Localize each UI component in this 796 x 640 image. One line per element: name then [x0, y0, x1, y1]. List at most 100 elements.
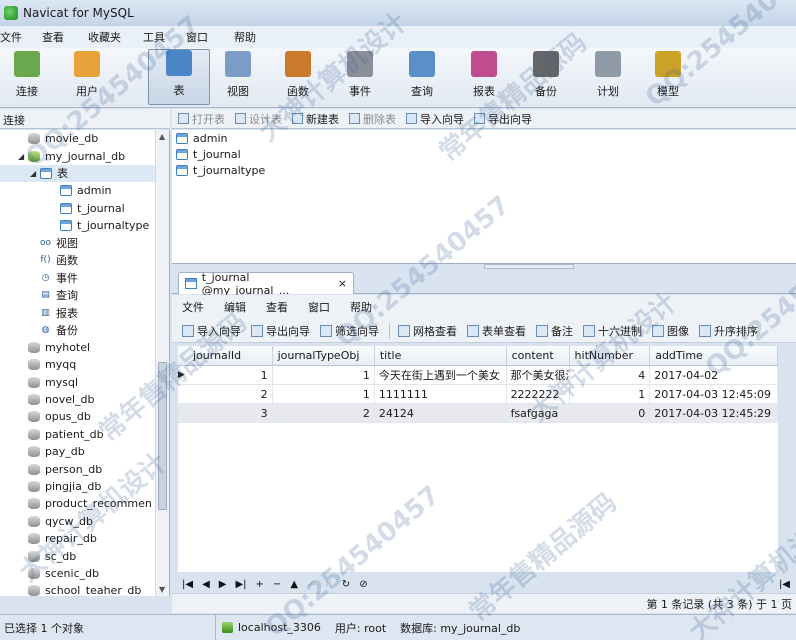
toolbar-schedule-button[interactable]: 计划 [582, 49, 634, 105]
tree-item[interactable]: sc_db [0, 547, 169, 564]
tree-item[interactable]: person_db [0, 460, 169, 477]
scroll-up-icon[interactable]: ▲ [159, 132, 165, 141]
menu-0[interactable]: 文件 [0, 29, 34, 45]
column-header-content[interactable]: content [507, 346, 570, 365]
grid-toolbar-button[interactable]: 筛选向导 [320, 323, 379, 339]
first-record-icon[interactable]: |◀ [182, 579, 193, 590]
scroll-down-icon[interactable]: ▼ [159, 585, 165, 594]
tree-item[interactable]: oo 视图 [0, 234, 169, 251]
object-toolbar-button[interactable]: 导入向导 [406, 111, 464, 127]
grid-toolbar-button[interactable]: 网格查看 [398, 323, 457, 339]
object-list-item[interactable]: t_journaltype [172, 162, 796, 178]
cell-journalTypeObj[interactable]: 2 [273, 404, 375, 422]
editor-menu-item[interactable]: 帮助 [350, 299, 372, 315]
grid-toolbar-button[interactable]: 导出向导 [251, 323, 310, 339]
tree-item[interactable]: myhotel [0, 339, 169, 356]
scrollbar-thumb[interactable] [158, 362, 167, 510]
close-tab-icon[interactable]: × [338, 277, 347, 290]
tree-item[interactable]: patient_db [0, 426, 169, 443]
table-row[interactable]: 2 1 1111111 2222222 1 2017-04-03 12:45:09 [178, 385, 778, 404]
tree-item[interactable]: scenic_db [0, 565, 169, 582]
tree-item[interactable]: pingjia_db [0, 478, 169, 495]
tree-item[interactable]: admin [0, 182, 169, 199]
toolbar-connection-button[interactable]: 连接 [2, 49, 52, 105]
menu-1[interactable]: 查看 [42, 29, 76, 45]
toolbar-model-button[interactable]: 模型 [642, 49, 694, 105]
stop-icon[interactable]: ⊘ [359, 579, 367, 590]
object-toolbar-button[interactable]: 导出向导 [474, 111, 532, 127]
editor-menu-item[interactable]: 编辑 [224, 299, 246, 315]
delete-record-icon[interactable]: − [273, 579, 281, 590]
grid-toolbar-button[interactable]: 升序排序 [699, 323, 758, 339]
expanded-arrow-icon[interactable]: ◢ [18, 152, 28, 161]
tree-item[interactable]: pay_db [0, 443, 169, 460]
cell-journalId[interactable]: 1 [188, 366, 273, 384]
cell-journalId[interactable]: 2 [188, 385, 273, 403]
table-row[interactable]: ▶11今天在街上遇到一个美女那个美女很漂42017-04-02 [178, 366, 778, 385]
tree-item[interactable]: ▥ 报表 [0, 304, 169, 321]
expanded-arrow-icon[interactable]: ◢ [30, 169, 40, 178]
prev-record-icon[interactable]: ◀ [202, 579, 210, 590]
column-header-journalId[interactable]: journalId [188, 346, 273, 365]
tab-t-journal[interactable]: t_journal @my_journal_... × [178, 271, 354, 297]
menu-4[interactable]: 窗口 [186, 29, 220, 45]
last-record-icon[interactable]: ▶| [235, 579, 246, 590]
cell-hitNumber[interactable]: 0 [570, 404, 651, 422]
tree-item[interactable]: qycw_db [0, 513, 169, 530]
cell-content[interactable]: fsafgaga [507, 404, 570, 422]
menu-3[interactable]: 工具 [143, 29, 177, 45]
cell-journalId[interactable]: 3 [188, 404, 273, 422]
tree-item[interactable]: school_teaher_db [0, 582, 169, 596]
tree-item[interactable]: ◢ 表 [0, 164, 169, 183]
tree-item[interactable]: novel_db [0, 391, 169, 408]
grid-toolbar-button[interactable]: 表单查看 [467, 323, 526, 339]
toolbar-view-button[interactable]: 视图 [212, 49, 264, 105]
cell-hitNumber[interactable]: 1 [570, 385, 651, 403]
toolbar-table-button[interactable]: 表 [148, 49, 210, 105]
tree-item[interactable]: ◍ 备份 [0, 321, 169, 338]
object-list-item[interactable]: admin [172, 130, 796, 146]
cell-content[interactable]: 那个美女很漂 [507, 366, 570, 384]
grid-toolbar-button[interactable]: 十六进制 [583, 323, 642, 339]
object-toolbar-button[interactable]: 新建表 [292, 111, 339, 127]
cell-hitNumber[interactable]: 4 [570, 366, 651, 384]
toolbar-function-button[interactable]: 函数 [272, 49, 324, 105]
column-header-addTime[interactable]: addTime [650, 346, 778, 365]
tree-item[interactable]: ◷ 事件 [0, 269, 169, 286]
cell-title[interactable]: 24124 [375, 404, 507, 422]
editor-menu-item[interactable]: 窗口 [308, 299, 330, 315]
cell-addTime[interactable]: 2017-04-03 12:45:09 [650, 385, 778, 403]
tree-item[interactable]: mysql [0, 373, 169, 390]
editor-menu-item[interactable]: 查看 [266, 299, 288, 315]
tree-item[interactable]: t_journal [0, 200, 169, 217]
tree-item[interactable]: repair_db [0, 530, 169, 547]
next-record-icon[interactable]: ▶ [219, 579, 227, 590]
table-row[interactable]: 3 2 24124 fsafgaga 0 2017-04-03 12:45:29 [178, 404, 778, 423]
tree-item[interactable]: f() 函数 [0, 252, 169, 269]
grid-toolbar-button[interactable]: 图像 [652, 323, 689, 339]
editor-menu-item[interactable]: 文件 [182, 299, 204, 315]
pane-splitter-handle[interactable] [484, 264, 574, 269]
menu-5[interactable]: 帮助 [234, 29, 268, 45]
refresh-icon[interactable]: ↻ [342, 579, 350, 590]
toolbar-backup-button[interactable]: 备份 [520, 49, 572, 105]
up-icon[interactable]: ▲ [290, 579, 298, 590]
column-header-journalTypeObj[interactable]: journalTypeObj [273, 346, 375, 365]
tree-item[interactable]: ▤ 查询 [0, 287, 169, 304]
add-record-icon[interactable]: + [256, 579, 264, 590]
toolbar-query-button[interactable]: 查询 [396, 49, 448, 105]
cell-addTime[interactable]: 2017-04-02 [650, 366, 778, 384]
cell-journalTypeObj[interactable]: 1 [273, 366, 375, 384]
menu-2[interactable]: 收藏夹 [88, 29, 133, 45]
first-page-icon[interactable]: |◀ [779, 579, 790, 590]
grid-toolbar-button[interactable]: 导入向导 [182, 323, 241, 339]
toolbar-user-button[interactable]: 用户 [60, 49, 114, 105]
cell-title[interactable]: 1111111 [375, 385, 507, 403]
cell-title[interactable]: 今天在街上遇到一个美女 [375, 366, 507, 384]
toolbar-report-button[interactable]: 报表 [458, 49, 510, 105]
tree-item[interactable]: product_recommen [0, 495, 169, 512]
object-list-item[interactable]: t_journal [172, 146, 796, 162]
grid-toolbar-button[interactable]: 备注 [536, 323, 573, 339]
cell-journalTypeObj[interactable]: 1 [273, 385, 375, 403]
tree-item[interactable]: myqq [0, 356, 169, 373]
